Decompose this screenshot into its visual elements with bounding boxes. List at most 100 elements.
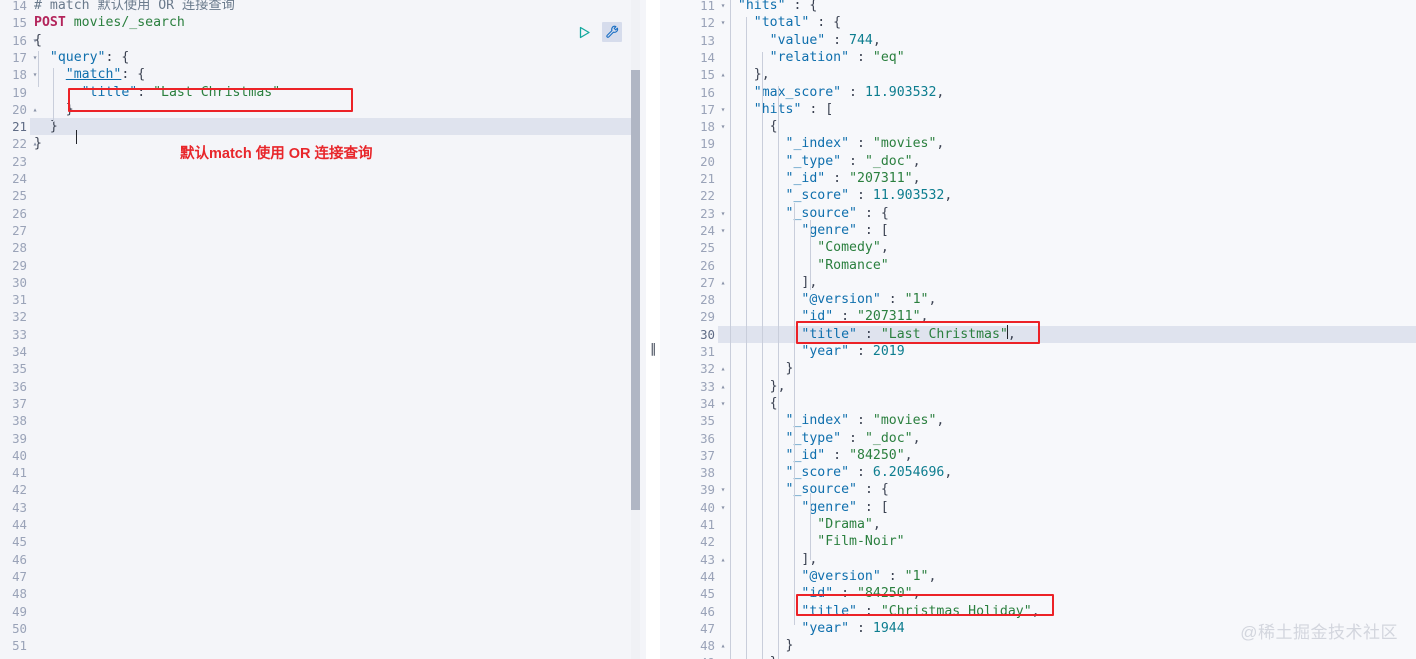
line-number-24[interactable]: 24 ▾ <box>660 222 725 239</box>
line-number-35[interactable]: 35 <box>660 412 718 429</box>
line-number-36[interactable]: 36 <box>0 378 30 395</box>
line-number-31[interactable]: 31 <box>0 291 30 308</box>
line-number-21[interactable]: 21▴ <box>0 118 37 135</box>
request-editor-scrollbar-track[interactable] <box>631 0 640 659</box>
code-line-34[interactable]: { <box>718 395 1416 412</box>
code-line-31[interactable]: "year" : 2019 <box>718 343 1416 360</box>
response-editor[interactable]: 11 ▾ 12 ▾ 13 14 15 ▴ 16 17 ▾ 18 ▾ 19 20 21 22 23 ▾ 24 ▾ 25 26 2… <box>660 0 1416 659</box>
line-number-36[interactable]: 36 <box>660 430 718 447</box>
wrench-icon[interactable] <box>602 22 622 42</box>
line-number-19[interactable]: 19 <box>660 135 718 152</box>
line-number-46[interactable]: 46 <box>660 603 718 620</box>
code-line-14[interactable]: # match 默认使用 OR 连接查询 <box>30 0 640 14</box>
line-number-37[interactable]: 37 <box>660 447 718 464</box>
line-number-43[interactable]: 43 ▴ <box>660 551 725 568</box>
line-number-15[interactable]: 15 <box>0 14 30 31</box>
code-line-18[interactable]: "match": { <box>30 66 640 83</box>
response-line-number-gutter[interactable]: 11 ▾ 12 ▾ 13 14 15 ▴ 16 17 ▾ 18 ▾ 19 20 21 22 23 ▾ 24 ▾ 25 26 2… <box>660 0 725 659</box>
code-line-20[interactable]: "_type" : "_doc", <box>718 153 1416 170</box>
line-number-16[interactable]: 16 ▾ <box>0 32 37 49</box>
line-number-40[interactable]: 40 <box>0 447 30 464</box>
code-line-20[interactable]: } <box>30 101 640 118</box>
line-number-14[interactable]: 14 <box>0 0 30 14</box>
line-number-51[interactable]: 51 <box>0 637 30 654</box>
line-number-16[interactable]: 16 <box>660 84 718 101</box>
code-line-39[interactable]: "_source" : { <box>718 481 1416 498</box>
response-code-area[interactable]: "hits" : { "total" : { "value" : 744, "r… <box>718 0 1416 659</box>
code-line-44[interactable]: "@version" : "1", <box>718 568 1416 585</box>
line-number-29[interactable]: 29 <box>660 308 718 325</box>
code-line-35[interactable]: "_index" : "movies", <box>718 412 1416 429</box>
code-line-25[interactable]: "Comedy", <box>718 239 1416 256</box>
line-number-42[interactable]: 42 <box>660 533 718 550</box>
console-action-icons[interactable] <box>574 22 622 42</box>
line-number-29[interactable]: 29 <box>0 257 30 274</box>
line-number-39[interactable]: 39 ▾ <box>660 481 725 498</box>
line-number-26[interactable]: 26 <box>0 205 30 222</box>
line-number-32[interactable]: 32 ▴ <box>660 360 725 377</box>
code-line-41[interactable]: "Drama", <box>718 516 1416 533</box>
line-number-43[interactable]: 43 <box>0 499 30 516</box>
request-line-number-gutter[interactable]: 141516▾17▾18▾1920▴21▴22▴2324252627282930… <box>0 0 37 659</box>
code-line-32[interactable]: } <box>718 360 1416 377</box>
line-number-13[interactable]: 13 <box>660 32 718 49</box>
line-number-50[interactable]: 50 <box>0 620 30 637</box>
line-number-47[interactable]: 47 <box>0 568 30 585</box>
line-number-15[interactable]: 15 ▴ <box>660 66 725 83</box>
code-line-29[interactable]: "id" : "207311", <box>718 308 1416 325</box>
line-number-46[interactable]: 46 <box>0 551 30 568</box>
line-number-33[interactable]: 33 ▴ <box>660 378 725 395</box>
code-line-42[interactable]: "Film-Noir" <box>718 533 1416 550</box>
line-number-28[interactable]: 28 <box>660 291 718 308</box>
code-line-38[interactable]: "_score" : 6.2054696, <box>718 464 1416 481</box>
line-number-22[interactable]: 22 ▴ <box>0 135 37 152</box>
code-line-30[interactable]: "title" : "Last Christmas", <box>718 325 1416 343</box>
line-number-45[interactable]: 45 <box>0 533 30 550</box>
line-number-40[interactable]: 40 ▾ <box>660 499 725 516</box>
line-number-28[interactable]: 28 <box>0 239 30 256</box>
code-line-16[interactable]: { <box>30 32 640 49</box>
line-number-23[interactable]: 23 <box>0 153 30 170</box>
code-line-22[interactable]: "_score" : 11.903532, <box>718 187 1416 204</box>
code-line-40[interactable]: "genre" : [ <box>718 499 1416 516</box>
code-line-15[interactable]: POST movies/_search <box>30 14 640 31</box>
code-line-19[interactable]: "title": "Last Christmas" <box>30 84 640 101</box>
line-number-35[interactable]: 35 <box>0 360 30 377</box>
line-number-49[interactable]: 49 <box>0 603 30 620</box>
code-line-26[interactable]: "Romance" <box>718 257 1416 274</box>
line-number-47[interactable]: 47 <box>660 620 718 637</box>
line-number-41[interactable]: 41 <box>0 464 30 481</box>
code-line-11[interactable]: "hits" : { <box>718 0 1416 14</box>
line-number-18[interactable]: 18 ▾ <box>660 118 725 135</box>
line-number-48[interactable]: 48 ▴ <box>660 637 725 654</box>
code-line-33[interactable]: }, <box>718 378 1416 395</box>
line-number-33[interactable]: 33 <box>0 326 30 343</box>
line-number-49[interactable]: 49▴ <box>660 654 725 659</box>
line-number-24[interactable]: 24 <box>0 170 30 187</box>
request-editor[interactable]: 141516▾17▾18▾1920▴21▴22▴2324252627282930… <box>0 0 646 659</box>
line-number-18[interactable]: 18 ▾ <box>0 66 37 83</box>
code-line-19[interactable]: "_index" : "movies", <box>718 135 1416 152</box>
code-line-36[interactable]: "_type" : "_doc", <box>718 430 1416 447</box>
line-number-12[interactable]: 12 ▾ <box>660 14 725 31</box>
request-editor-scrollbar-thumb[interactable] <box>631 70 640 510</box>
code-line-49[interactable]: }, <box>718 654 1416 659</box>
line-number-39[interactable]: 39 <box>0 430 30 447</box>
line-number-30[interactable]: 30 <box>0 274 30 291</box>
line-number-44[interactable]: 44 <box>660 568 718 585</box>
code-line-14[interactable]: "relation" : "eq" <box>718 49 1416 66</box>
response-viewer-pane[interactable]: 11 ▾ 12 ▾ 13 14 15 ▴ 16 17 ▾ 18 ▾ 19 20 21 22 23 ▾ 24 ▾ 25 26 2… <box>660 0 1416 659</box>
line-number-34[interactable]: 34 ▾ <box>660 395 725 412</box>
line-number-38[interactable]: 38 <box>0 412 30 429</box>
line-number-32[interactable]: 32 <box>0 308 30 325</box>
code-line-21[interactable]: } <box>30 118 640 135</box>
line-number-20[interactable]: 20 <box>660 153 718 170</box>
code-line-28[interactable]: "@version" : "1", <box>718 291 1416 308</box>
line-number-25[interactable]: 25 <box>660 239 718 256</box>
line-number-38[interactable]: 38 <box>660 464 718 481</box>
code-line-37[interactable]: "_id" : "84250", <box>718 447 1416 464</box>
code-line-13[interactable]: "value" : 744, <box>718 32 1416 49</box>
line-number-27[interactable]: 27 ▴ <box>660 274 725 291</box>
code-line-16[interactable]: "max_score" : 11.903532, <box>718 84 1416 101</box>
line-number-11[interactable]: 11 ▾ <box>660 0 725 14</box>
